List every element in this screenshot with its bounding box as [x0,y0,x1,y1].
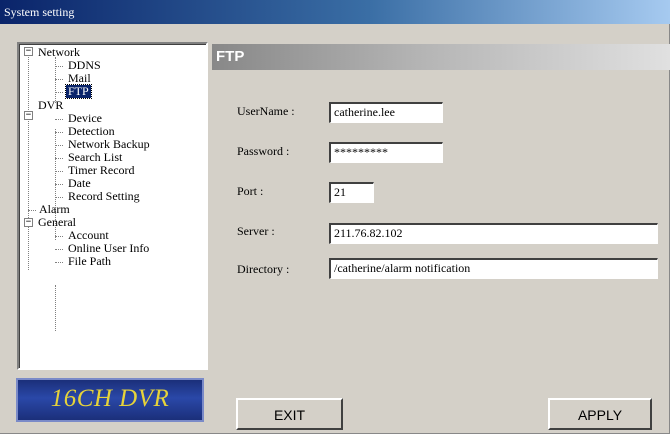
apply-button[interactable]: APPLY [548,398,652,430]
port-field[interactable]: 21 [329,182,374,203]
directory-field[interactable]: /catherine/alarm notification [329,258,658,279]
network-expander[interactable]: − [24,47,33,56]
system-setting-window: System setting − Network DDNS Mail FTP −… [0,0,670,434]
port-label: Port : [237,184,264,198]
username-label: UserName : [237,104,295,118]
password-label: Password : [237,144,290,158]
dvr-expander[interactable]: − [24,111,33,120]
directory-label: Directory : [237,262,290,276]
server-field[interactable]: 211.76.82.102 [329,223,658,244]
tree-item-label-selected: FTP [65,84,92,99]
window-title: System setting [0,0,670,24]
tree-item-label: Record Setting [68,189,140,203]
exit-button[interactable]: EXIT [236,398,343,430]
tree-item-dvr[interactable]: DVR [38,99,63,112]
server-label: Server : [237,224,275,238]
panel-title: FTP [212,44,670,70]
dvr-logo: 16CH DVR [16,378,204,422]
settings-tree[interactable]: − Network DDNS Mail FTP − DVR Device Det… [17,42,208,370]
password-field[interactable]: ********* [329,142,443,163]
username-field[interactable]: catherine.lee [329,102,443,123]
tree-item-label: File Path [68,254,112,268]
general-expander[interactable]: − [24,218,33,227]
